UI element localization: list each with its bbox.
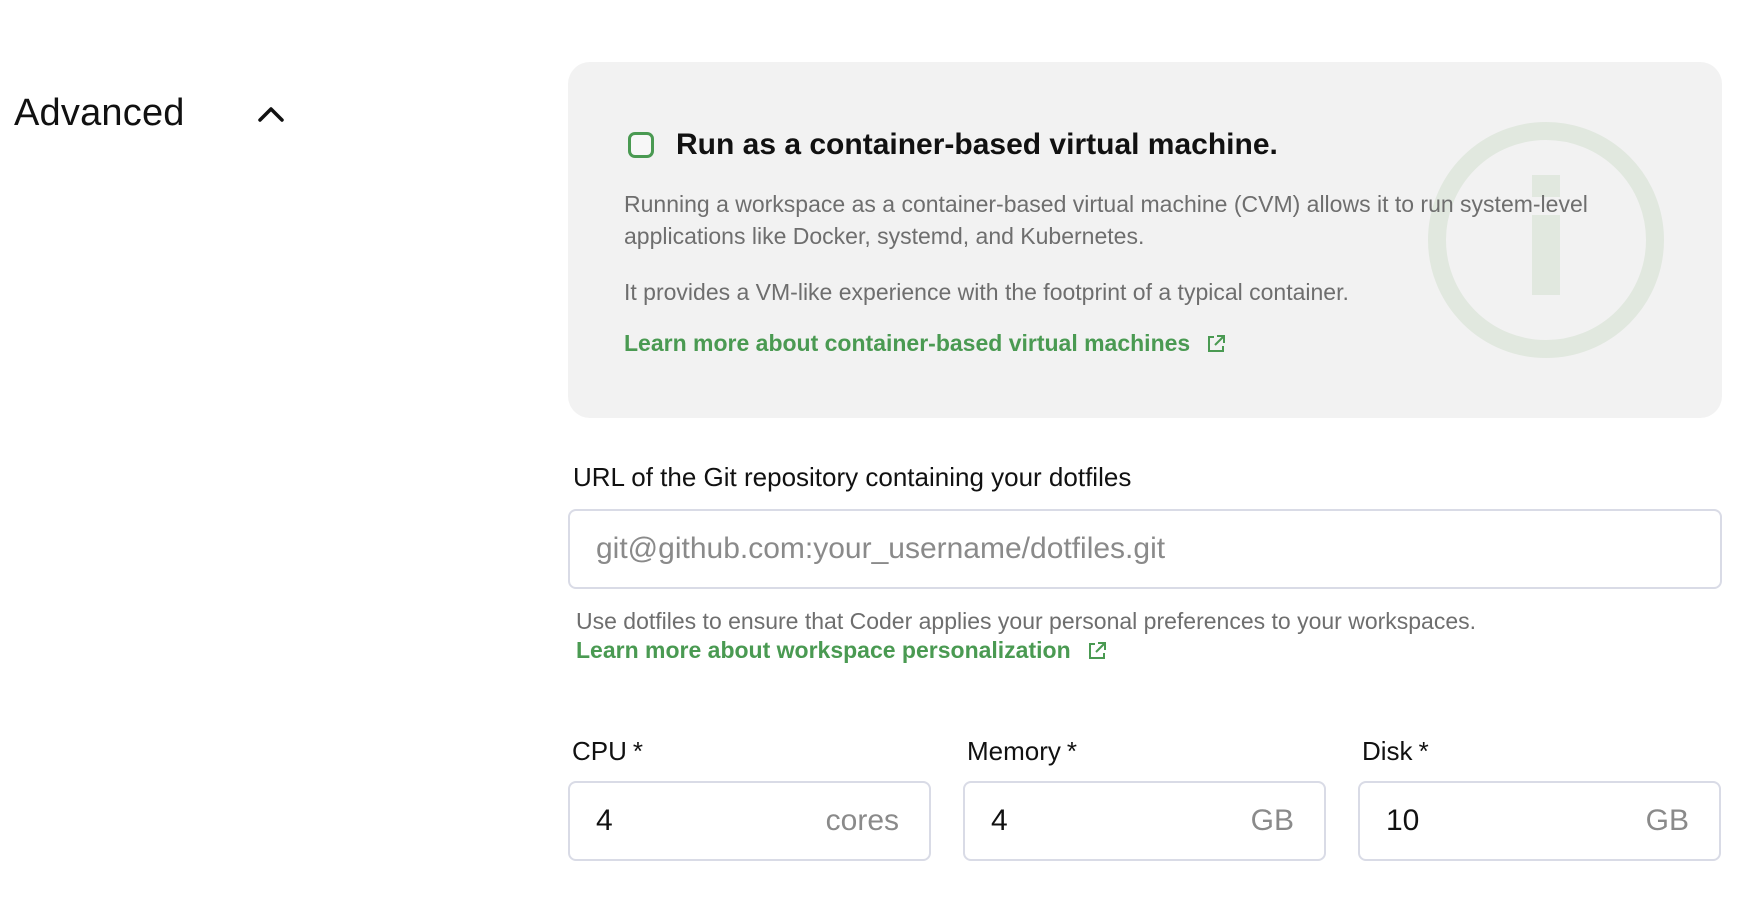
- disk-unit: GB: [1645, 804, 1689, 837]
- cvm-checkbox-label[interactable]: Run as a container-based virtual machine…: [676, 128, 1278, 162]
- cvm-description-secondary: It provides a VM-like experience with th…: [624, 279, 1349, 305]
- cvm-checkbox-row[interactable]: Run as a container-based virtual machine…: [624, 128, 1666, 162]
- cpu-input[interactable]: 4 cores: [568, 781, 931, 861]
- required-mark: *: [632, 736, 644, 766]
- required-mark: *: [1418, 736, 1429, 766]
- memory-input[interactable]: 4 GB: [963, 781, 1326, 861]
- external-link-icon: [1208, 334, 1226, 352]
- disk-value: 10: [1386, 804, 1420, 837]
- cpu-label-text: CPU: [572, 736, 627, 766]
- cvm-card: Run as a container-based virtual machine…: [568, 62, 1722, 418]
- personalization-learn-more-link[interactable]: Learn more about workspace personalizati…: [576, 637, 1107, 664]
- cpu-value: 4: [596, 804, 613, 837]
- dotfiles-url-input[interactable]: [568, 509, 1722, 589]
- memory-label-text: Memory: [967, 736, 1061, 766]
- dotfiles-helper-text: Use dotfiles to ensure that Coder applie…: [576, 608, 1477, 634]
- cvm-learn-more-text: Learn more about container-based virtual…: [624, 330, 1191, 356]
- cpu-label: CPU *: [572, 736, 931, 767]
- disk-field-group: Disk * 10 GB: [1358, 736, 1721, 861]
- memory-field-group: Memory * 4 GB: [963, 736, 1326, 861]
- collapse-toggle-button[interactable]: [253, 96, 289, 132]
- external-link-icon: [1088, 641, 1106, 659]
- cvm-learn-more-link[interactable]: Learn more about container-based virtual…: [624, 330, 1226, 357]
- advanced-section-header: Advanced: [14, 92, 289, 135]
- memory-value: 4: [991, 804, 1008, 837]
- dotfiles-label: URL of the Git repository containing you…: [573, 462, 1132, 492]
- advanced-content: Run as a container-based virtual machine…: [568, 62, 1722, 861]
- resource-fields: CPU * 4 cores Memory * 4 GB Disk * 10 GB: [568, 736, 1722, 861]
- personalization-learn-more-text: Learn more about workspace personalizati…: [576, 637, 1071, 663]
- memory-label: Memory *: [967, 736, 1326, 767]
- cvm-checkbox[interactable]: [628, 132, 654, 158]
- disk-input[interactable]: 10 GB: [1358, 781, 1721, 861]
- section-title: Advanced: [14, 92, 185, 134]
- cvm-description: Running a workspace as a container-based…: [624, 191, 1588, 249]
- advanced-settings-page: Advanced Run as a container-based virtua…: [0, 0, 1760, 902]
- disk-label: Disk *: [1362, 736, 1721, 767]
- cpu-unit: cores: [825, 804, 899, 837]
- cpu-field-group: CPU * 4 cores: [568, 736, 931, 861]
- disk-label-text: Disk: [1362, 736, 1413, 766]
- required-mark: *: [1066, 736, 1078, 766]
- chevron-up-icon: [257, 106, 284, 122]
- memory-unit: GB: [1250, 804, 1294, 837]
